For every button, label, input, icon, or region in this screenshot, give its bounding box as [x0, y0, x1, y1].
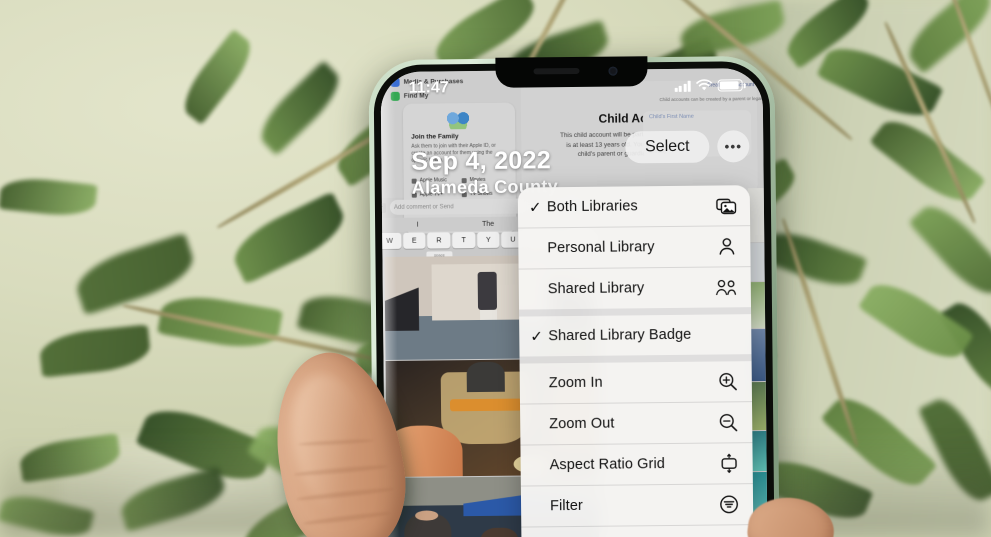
menu-item-label: Both Libraries: [546, 198, 638, 216]
child-name-placeholder: Child's First Name: [648, 113, 694, 121]
aspect-ratio-icon: [718, 453, 740, 473]
magnifier-plus-icon: [717, 371, 739, 391]
photo-tile-partial[interactable]: [750, 430, 767, 472]
suggestion-1[interactable]: I: [382, 221, 453, 229]
two-people-icon: [716, 277, 738, 297]
key-t[interactable]: T: [452, 232, 476, 249]
photo-stack-icon: [715, 195, 737, 215]
phone-screen[interactable]: Media & Purchases Find My Location Shari…: [380, 68, 768, 537]
filter-icon: [718, 494, 740, 514]
comment-placeholder: Add comment or Send: [393, 203, 454, 211]
menu-item-label: Personal Library: [547, 239, 655, 257]
status-indicators: [674, 78, 743, 92]
key-r[interactable]: R: [427, 232, 451, 249]
status-bar: 11:47: [381, 68, 763, 106]
checkmark-icon: ✓: [530, 327, 543, 345]
iphone-device: Media & Purchases Find My Location Shari…: [368, 55, 780, 537]
select-button-label: Select: [644, 137, 690, 156]
cellular-bars-icon: [674, 80, 691, 92]
menu-item-zoom-in[interactable]: Zoom In: [520, 361, 752, 403]
menu-item-label: Shared Library Badge: [548, 326, 692, 345]
photo-tile-partial[interactable]: [749, 381, 767, 431]
menu-item-show-map[interactable]: Show Map: [521, 525, 753, 537]
magnifier-minus-icon: [717, 412, 739, 432]
menu-item-aspect-ratio-grid[interactable]: Aspect Ratio Grid: [520, 443, 752, 485]
menu-item-filter[interactable]: Filter: [521, 484, 753, 526]
menu-item-label: Filter: [549, 497, 583, 515]
family-avatar: [444, 109, 472, 130]
menu-item-both-libraries[interactable]: ✓ Both Libraries: [518, 185, 750, 227]
photo-tile-partial[interactable]: [748, 243, 765, 282]
menu-item-label: Zoom In: [548, 374, 603, 392]
suggestion-2[interactable]: The: [453, 220, 524, 228]
battery-icon: [717, 79, 743, 92]
checkmark-icon: ✓: [528, 198, 542, 216]
no-icon: [716, 324, 738, 344]
menu-item-zoom-out[interactable]: Zoom Out: [520, 402, 752, 444]
menu-item-shared-library-badge[interactable]: ✓ Shared Library Badge: [519, 314, 751, 356]
menu-item-label: Aspect Ratio Grid: [549, 456, 666, 474]
key-e[interactable]: E: [402, 232, 426, 249]
more-options-button[interactable]: •••: [717, 130, 750, 163]
menu-item-personal-library[interactable]: Personal Library: [518, 226, 750, 268]
photo-date-overlay: Sep 4, 2022: [411, 146, 552, 176]
menu-item-shared-library[interactable]: Shared Library: [519, 267, 751, 309]
library-context-menu[interactable]: ✓ Both Libraries Personal Library Shared…: [517, 185, 754, 537]
status-clock: 11:47: [408, 79, 449, 97]
select-button[interactable]: Select: [625, 130, 710, 164]
photo-tile-partial[interactable]: [748, 282, 766, 329]
menu-item-label: Zoom Out: [549, 415, 615, 433]
family-card-title: Join the Family: [411, 133, 459, 141]
person-icon: [715, 236, 737, 256]
wifi-icon: [696, 79, 713, 92]
menu-item-label: Shared Library: [547, 280, 645, 298]
key-w[interactable]: W: [380, 232, 402, 250]
attachment-icon[interactable]: +: [380, 202, 386, 213]
key-y[interactable]: Y: [476, 231, 500, 249]
